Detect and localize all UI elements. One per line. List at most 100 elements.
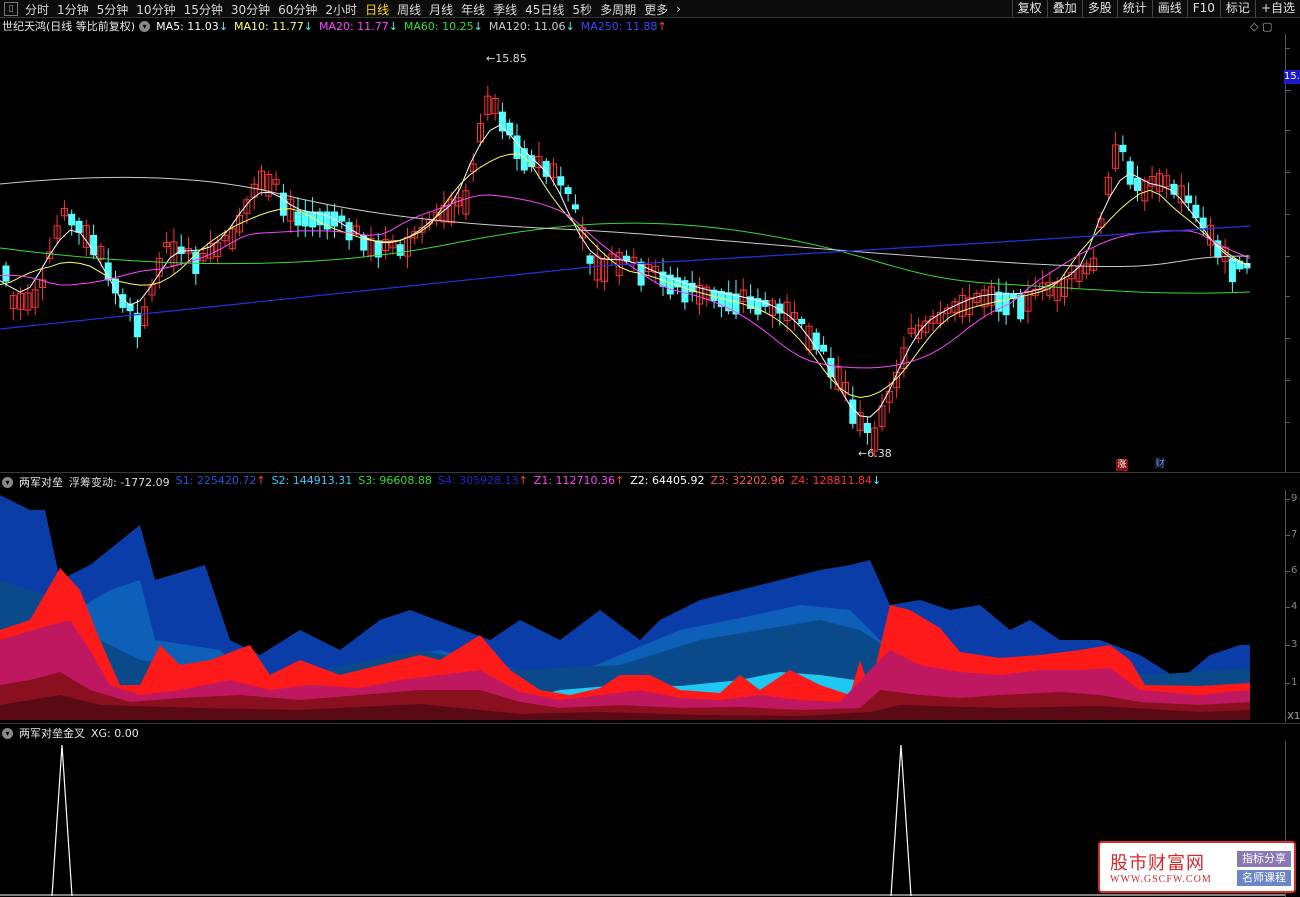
toolbar-button-1[interactable]: 叠加 xyxy=(1046,0,1082,18)
candle-body xyxy=(374,240,382,258)
indicator-values: 浮筹变动: -1772.09 S1: 225420.72↑ S2: 144913.3… xyxy=(69,474,887,490)
scale-tick xyxy=(1286,296,1290,297)
period-tab-9[interactable]: 周线 xyxy=(393,1,425,18)
scale-tick xyxy=(1286,499,1290,500)
period-tab-6[interactable]: 60分钟 xyxy=(274,1,321,18)
dropdown-icon[interactable]: ▾ xyxy=(139,20,151,32)
xg-signal-spike-1 xyxy=(890,744,912,896)
period-tab-12[interactable]: 季线 xyxy=(489,1,521,18)
period-tab-2[interactable]: 5分钟 xyxy=(93,1,133,18)
period-tab-16[interactable]: 更多 xyxy=(640,1,672,18)
candle-body xyxy=(133,312,141,338)
period-tab-10[interactable]: 月线 xyxy=(425,1,457,18)
toolbar-button-0[interactable]: 复权 xyxy=(1011,0,1047,18)
settings-icons[interactable]: ◇ ▢ xyxy=(1250,20,1272,33)
ma-legend-item-3: MA60: 10.25↓ xyxy=(403,19,483,33)
candle-body xyxy=(557,176,565,186)
event-marker-zhang[interactable]: 涨 xyxy=(1116,459,1128,471)
scale-tick xyxy=(1286,422,1290,423)
low-price-label: ←6.38 xyxy=(858,447,892,460)
toolbar-button-2[interactable]: 多股 xyxy=(1081,0,1117,18)
scale-label: 1 xyxy=(1291,677,1298,688)
candle-body xyxy=(513,135,521,159)
scale-tick xyxy=(1286,645,1290,646)
price-tag: 15. xyxy=(1284,70,1300,84)
toolbar-button-4[interactable]: 画线 xyxy=(1151,0,1187,18)
period-tab-11[interactable]: 年线 xyxy=(457,1,489,18)
scale-tick xyxy=(1286,535,1290,536)
high-pointer-icon: ← xyxy=(486,52,496,65)
watermark-title: 股市财富网 xyxy=(1110,853,1205,874)
period-tab-5[interactable]: 30分钟 xyxy=(227,1,274,18)
event-marker-cai[interactable]: 财 xyxy=(1154,459,1166,471)
toolbar-button-3[interactable]: 统计 xyxy=(1116,0,1152,18)
low-pointer-icon: ← xyxy=(858,447,868,460)
indicator-field-7: Z3: 32202.96 xyxy=(710,474,785,487)
period-tab-0[interactable]: 分时 xyxy=(21,1,53,18)
indicator-field-6: Z2: 64405.92 xyxy=(630,474,705,487)
candle-body xyxy=(68,213,76,226)
more-chevron-icon[interactable]: › xyxy=(672,2,685,16)
period-tab-7[interactable]: 2小时 xyxy=(321,1,361,18)
period-tab-13[interactable]: 45日线 xyxy=(521,1,568,18)
indicator-field-0: 浮筹变动: -1772.09 xyxy=(69,476,170,489)
indicator-title: 两军对垒 xyxy=(19,476,63,489)
period-tab-14[interactable]: 5秒 xyxy=(568,1,596,18)
indicator-field-5: Z1: 112710.36↑ xyxy=(533,474,625,487)
panel-separator-1 xyxy=(0,472,1300,473)
period-tab-3[interactable]: 10分钟 xyxy=(132,1,179,18)
panel-separator-2 xyxy=(0,723,1300,724)
period-tab-4[interactable]: 15分钟 xyxy=(180,1,227,18)
toolbar-button-6[interactable]: 标记 xyxy=(1219,0,1255,18)
menu-icon[interactable]: ▯ xyxy=(4,2,18,16)
scale-tick xyxy=(1286,214,1290,215)
kline-chart[interactable] xyxy=(0,34,1286,489)
ma250-line xyxy=(0,225,1251,330)
scale-tick xyxy=(1286,256,1290,257)
indicator-right-scale xyxy=(1285,490,1286,722)
indicator-field-2: S2: 144913.31 xyxy=(271,474,353,487)
ma5-line xyxy=(0,124,1251,418)
golden-cross-signal-chart[interactable] xyxy=(0,741,1286,896)
candle-body xyxy=(812,332,820,350)
signal-value: XG: 0.00 xyxy=(91,726,139,740)
candle-body xyxy=(863,423,871,433)
indicator-field-1: S1: 225420.72↑ xyxy=(175,474,266,487)
indicator-corner-label: X1 xyxy=(1287,711,1300,722)
ma-legend-item-5: MA250: 11.88↑ xyxy=(580,19,667,33)
candle-body xyxy=(498,111,506,132)
scale-tick xyxy=(1286,90,1290,91)
ma-legend: 世纪天鸿(日线 等比前复权) ▾ MA5: 11.03↓ MA10: 11.77↓… xyxy=(0,18,679,34)
site-watermark: 股市财富网 WWW.GSCFW.COM 指标分享 名师课程 xyxy=(1098,841,1296,893)
toolbar-button-7[interactable]: +自选 xyxy=(1254,0,1300,18)
scale-label: 7 xyxy=(1291,529,1298,540)
scale-tick xyxy=(1286,607,1290,608)
toolbar-right-buttons: 复权 叠加 多股 统计 画线 F10 标记 +自选 xyxy=(1011,0,1300,18)
candle-body xyxy=(338,215,346,222)
period-tab-1[interactable]: 1分钟 xyxy=(53,1,93,18)
period-tab-15[interactable]: 多周期 xyxy=(596,1,640,18)
xg-signal-spike-0 xyxy=(51,744,73,896)
indicator-legend: ▾ 两军对垒 浮筹变动: -1772.09 S1: 225420.72↑ S2: 1… xyxy=(0,474,893,490)
scale-tick xyxy=(1286,48,1290,49)
scale-tick xyxy=(1286,338,1290,339)
candle-body xyxy=(1119,144,1127,153)
candle-body xyxy=(279,192,287,216)
scale-label: 4 xyxy=(1291,601,1298,612)
watermark-url: WWW.GSCFW.COM xyxy=(1110,874,1212,885)
ma-legend-item-2: MA20: 11.77↓ xyxy=(318,19,398,33)
indicator-field-4: S4: 305928.13↑ xyxy=(437,474,528,487)
candle-body xyxy=(586,255,594,264)
period-tab-8[interactable]: 日线 xyxy=(361,1,393,18)
toolbar-button-5[interactable]: F10 xyxy=(1186,0,1220,18)
candle-body xyxy=(294,211,302,226)
scale-tick xyxy=(1286,130,1290,131)
signal-legend: ▾ 两军对垒金叉 XG: 0.00 xyxy=(0,725,145,741)
dropdown-icon[interactable]: ▾ xyxy=(2,476,13,488)
scale-label: 6 xyxy=(1291,565,1298,576)
scale-tick xyxy=(1286,683,1290,684)
liangjun-duilei-chart[interactable] xyxy=(0,490,1286,722)
dropdown-icon[interactable]: ▾ xyxy=(2,727,13,739)
candle-body xyxy=(571,204,579,210)
candle-body xyxy=(2,265,10,282)
